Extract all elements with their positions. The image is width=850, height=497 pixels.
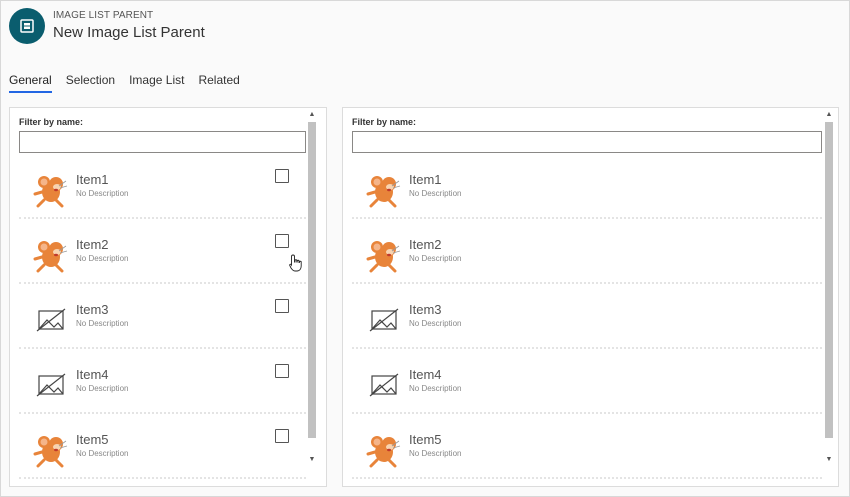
item-name: Item3	[76, 302, 109, 317]
item-description: No Description	[409, 189, 462, 198]
item-name: Item4	[76, 367, 109, 382]
scroll-up-arrow-icon[interactable]: ▲	[824, 110, 834, 120]
item-name: Item2	[409, 237, 442, 252]
filter-input[interactable]	[19, 131, 306, 153]
list-item[interactable]: Item5 No Description	[352, 414, 822, 479]
item-description: No Description	[76, 189, 129, 198]
list-item[interactable]: Item2 No Description	[19, 219, 306, 284]
scrollbar-thumb[interactable]	[825, 122, 833, 438]
item-description: No Description	[409, 319, 462, 328]
image-list-panel: Filter by name: Item1 No Description Ite…	[342, 107, 839, 487]
cartoon-mouse-image	[366, 241, 401, 273]
item-description: No Description	[76, 254, 129, 263]
tab-general[interactable]: General	[9, 73, 52, 93]
list-item[interactable]: Item3 No Description	[19, 284, 306, 349]
image-placeholder-icon	[369, 308, 399, 332]
tab-bar: General Selection Image List Related	[9, 73, 254, 93]
entity-type-label: IMAGE LIST PARENT	[53, 10, 154, 21]
list-item[interactable]: Item4 No Description	[19, 349, 306, 414]
item-name: Item5	[409, 432, 442, 447]
list-item[interactable]: Item1 No Description	[352, 154, 822, 219]
item-name: Item3	[409, 302, 442, 317]
item-checkbox[interactable]	[275, 169, 289, 183]
scroll-down-arrow-icon[interactable]: ▼	[824, 455, 834, 465]
image-list: Item1 No Description Item2 No Descriptio…	[19, 154, 306, 479]
filter-input[interactable]	[352, 131, 822, 153]
item-name: Item1	[76, 172, 109, 187]
image-placeholder-icon	[36, 373, 66, 397]
item-description: No Description	[409, 449, 462, 458]
list-item[interactable]: Item5 No Description	[19, 414, 306, 479]
item-description: No Description	[76, 449, 129, 458]
list-item[interactable]: Item4 No Description	[352, 349, 822, 414]
item-checkbox[interactable]	[275, 364, 289, 378]
scroll-up-arrow-icon[interactable]: ▲	[307, 110, 317, 120]
cartoon-mouse-image	[33, 241, 68, 273]
item-checkbox[interactable]	[275, 429, 289, 443]
filter-label: Filter by name:	[352, 117, 417, 127]
item-name: Item2	[76, 237, 109, 252]
vertical-scrollbar[interactable]: ▲ ▼	[307, 110, 317, 464]
image-placeholder-icon	[36, 308, 66, 332]
image-list-panel-selectable: Filter by name: Item1 No Description Ite…	[9, 107, 327, 487]
item-name: Item5	[76, 432, 109, 447]
image-list-icon	[20, 19, 34, 33]
tab-image-list[interactable]: Image List	[129, 73, 184, 93]
cartoon-mouse-image	[33, 176, 68, 208]
list-item[interactable]: Item1 No Description	[19, 154, 306, 219]
cartoon-mouse-image	[366, 176, 401, 208]
item-description: No Description	[76, 384, 129, 393]
scrollbar-thumb[interactable]	[308, 122, 316, 438]
item-description: No Description	[409, 384, 462, 393]
item-name: Item1	[409, 172, 442, 187]
tab-related[interactable]: Related	[198, 73, 239, 93]
item-description: No Description	[76, 319, 129, 328]
item-checkbox[interactable]	[275, 299, 289, 313]
cartoon-mouse-image	[33, 436, 68, 468]
cartoon-mouse-image	[366, 436, 401, 468]
hand-pointer-cursor-icon	[289, 254, 302, 272]
image-list: Item1 No Description Item2 No Descriptio…	[352, 154, 822, 479]
scroll-down-arrow-icon[interactable]: ▼	[307, 455, 317, 465]
entity-icon	[9, 8, 45, 44]
vertical-scrollbar[interactable]: ▲ ▼	[824, 110, 834, 464]
filter-label: Filter by name:	[19, 117, 84, 127]
list-item[interactable]: Item2 No Description	[352, 219, 822, 284]
item-description: No Description	[409, 254, 462, 263]
record-title: New Image List Parent	[53, 24, 205, 41]
tab-selection[interactable]: Selection	[66, 73, 115, 93]
list-item[interactable]: Item3 No Description	[352, 284, 822, 349]
item-checkbox[interactable]	[275, 234, 289, 248]
item-name: Item4	[409, 367, 442, 382]
image-placeholder-icon	[369, 373, 399, 397]
